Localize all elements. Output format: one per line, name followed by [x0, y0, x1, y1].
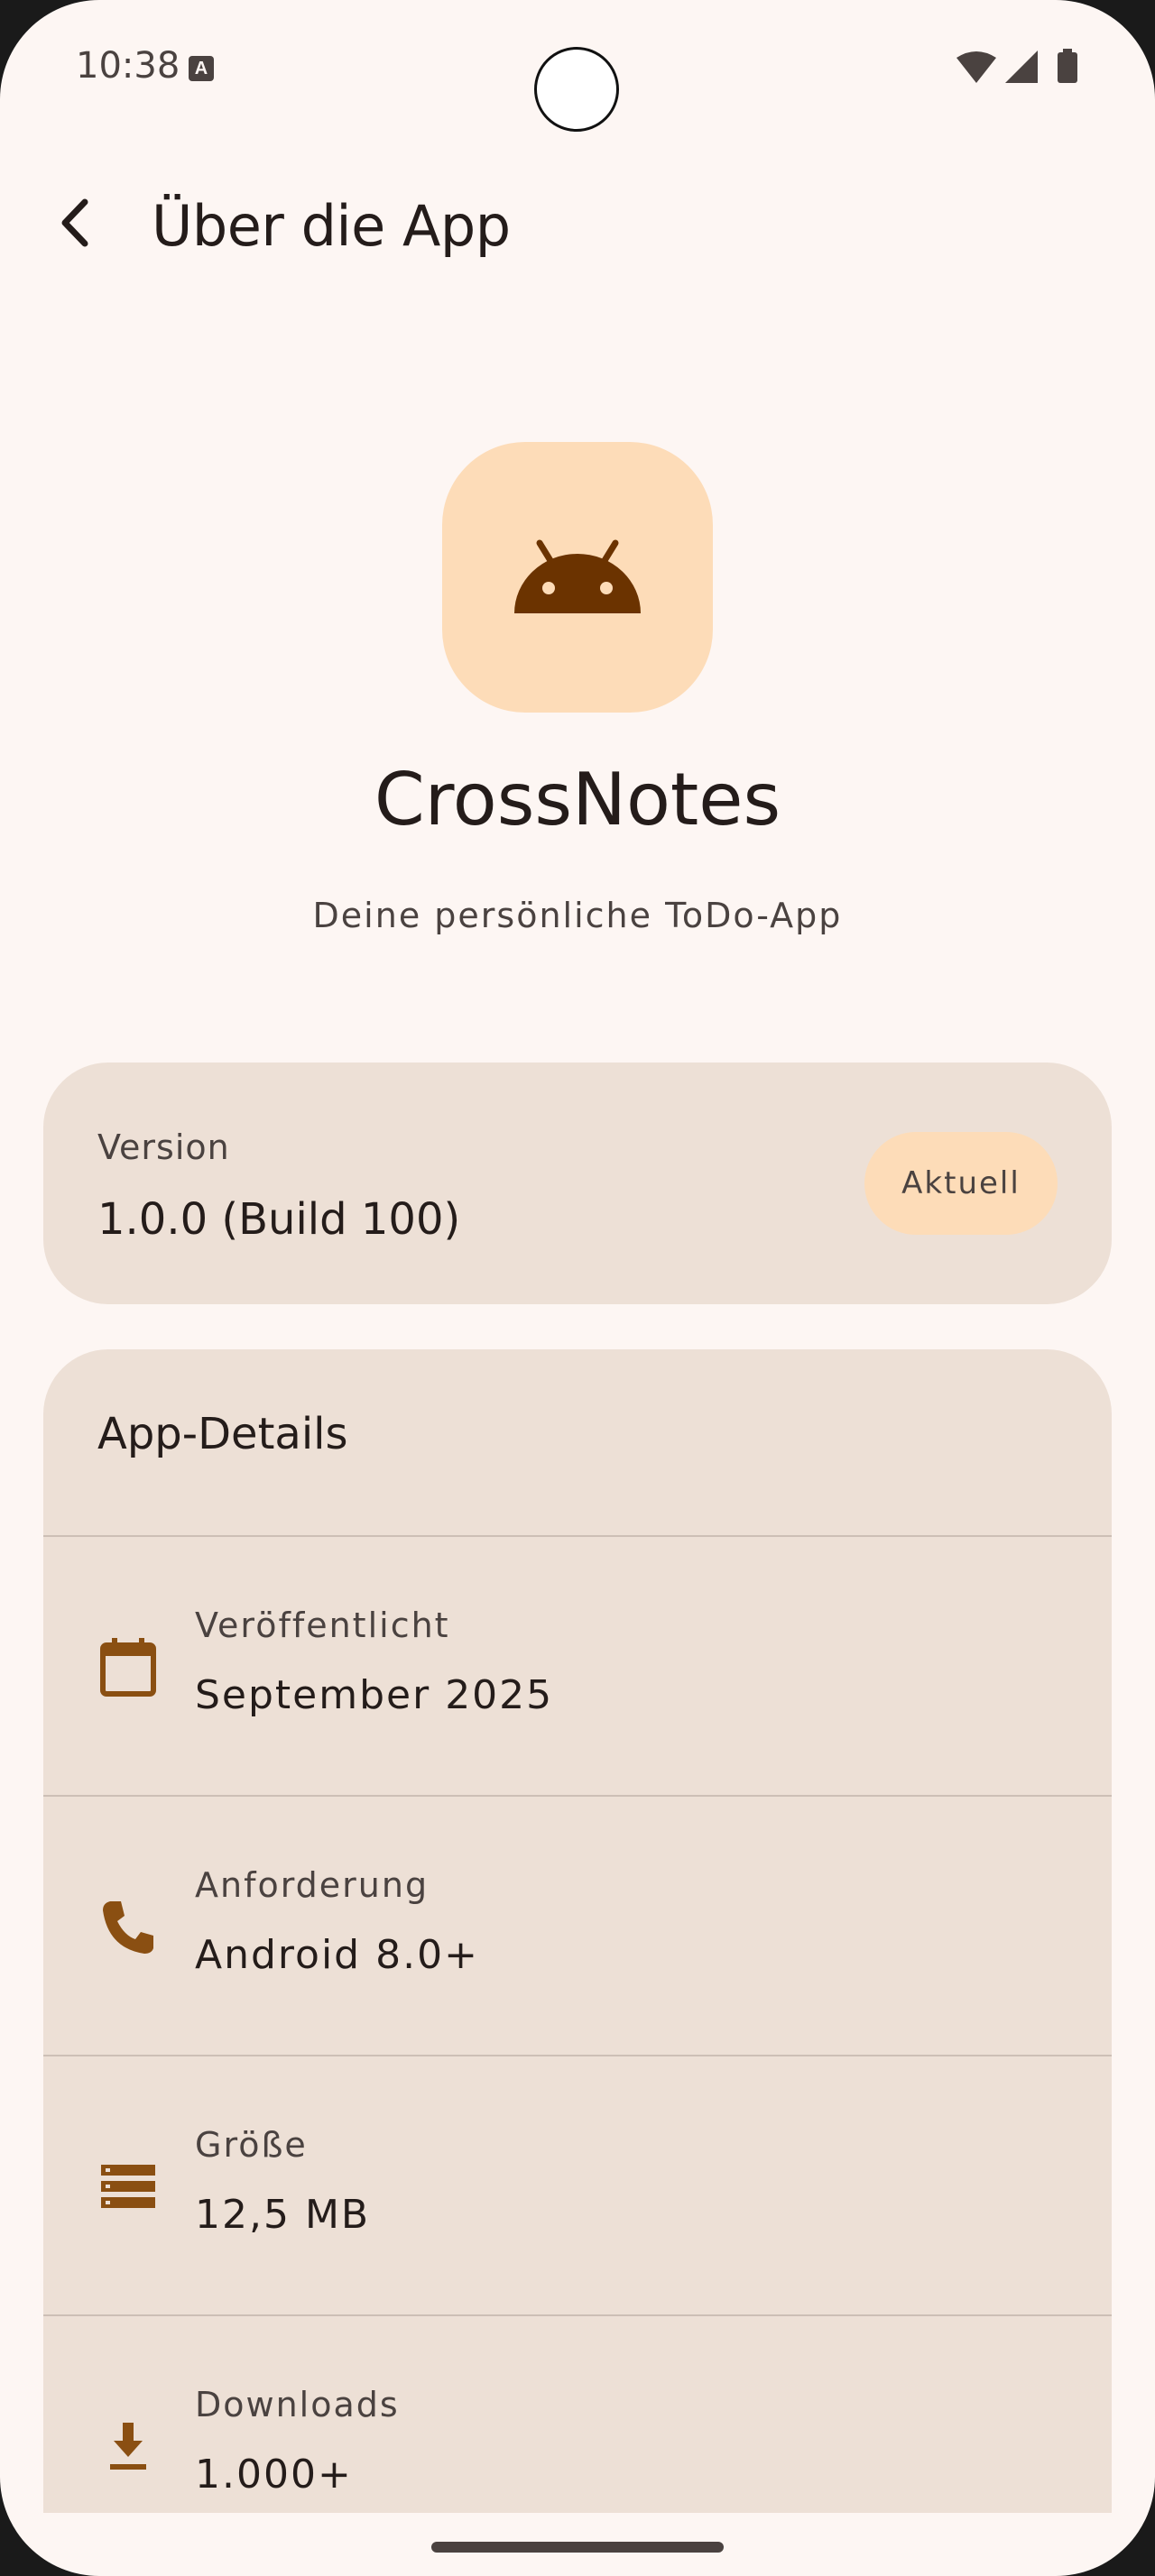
detail-value: 12,5 MB [195, 2192, 371, 2238]
phone-icon [103, 1901, 153, 1954]
detail-row-downloads: Downloads 1.000+ [43, 2314, 1112, 2513]
version-label: Version [97, 1127, 230, 1167]
status-time: 10:38 [76, 45, 180, 87]
app-name: CrossNotes [374, 758, 781, 842]
detail-value: 1.000+ [195, 2452, 353, 2498]
wifi-icon [956, 51, 996, 83]
app-description: Deine persönliche ToDo-App [312, 896, 843, 935]
storage-icon [101, 2165, 155, 2208]
app-logo [442, 442, 713, 713]
page-title: Über die App [152, 193, 511, 259]
back-arrow-icon[interactable] [45, 191, 108, 254]
detail-label: Downloads [195, 2385, 400, 2424]
detail-value: September 2025 [195, 1672, 554, 1718]
status-icons [956, 49, 1077, 83]
detail-label: Anforderung [195, 1865, 430, 1905]
battery-icon [1058, 52, 1077, 83]
detail-row-requirement: Anforderung Android 8.0+ [43, 1795, 1112, 2055]
detail-row-size: Größe 12,5 MB [43, 2055, 1112, 2314]
camera-cutout [534, 47, 619, 132]
current-version-badge: Aktuell [864, 1132, 1058, 1235]
notification-a-icon: A [189, 56, 214, 81]
signal-icon [1005, 51, 1038, 83]
detail-row-published: Veröffentlicht September 2025 [43, 1535, 1112, 1795]
phone-screen: 10:38 A Über die App CrossNotes Deine pe… [0, 0, 1155, 2576]
gesture-nav-handle[interactable] [431, 2542, 724, 2553]
detail-label: Veröffentlicht [195, 1605, 450, 1645]
details-title: App-Details [97, 1409, 348, 1459]
app-details-card: App-Details Veröffentlicht September 202… [43, 1349, 1112, 2513]
detail-label: Größe [195, 2125, 308, 2165]
version-card: Version 1.0.0 (Build 100) Aktuell [43, 1063, 1112, 1304]
android-icon [514, 539, 641, 613]
top-app-bar: Über die App [0, 171, 1155, 289]
status-bar: 10:38 A [0, 0, 1155, 135]
version-value: 1.0.0 (Build 100) [97, 1194, 461, 1245]
download-icon [110, 2423, 146, 2470]
calendar-icon [100, 1638, 156, 1697]
detail-value: Android 8.0+ [195, 1932, 479, 1978]
